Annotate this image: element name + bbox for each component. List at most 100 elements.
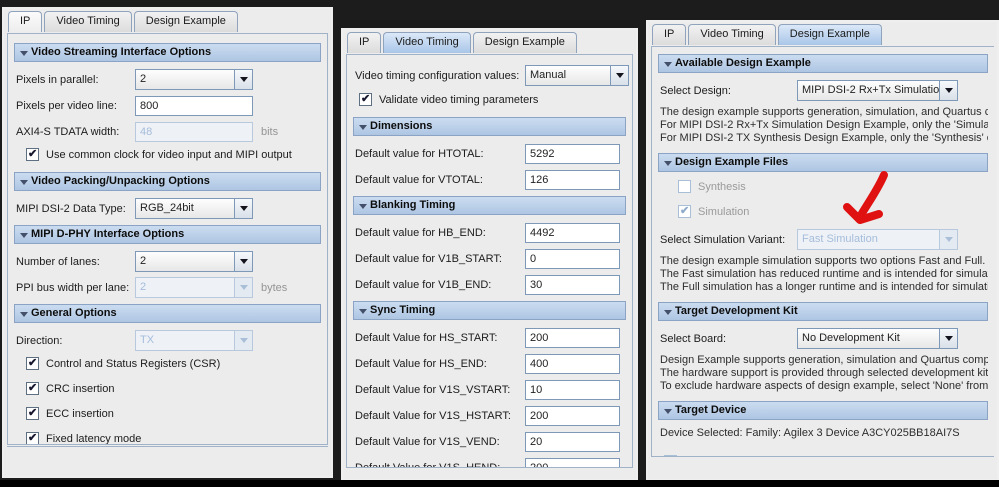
hs-end-label: Default Value for HS_END: (355, 357, 487, 370)
select-board-select[interactable]: No Development Kit (797, 328, 958, 349)
tab-design-example[interactable]: Design Example (777, 24, 882, 45)
ip-panel-tabbar: IP Video Timing Design Example (4, 9, 331, 32)
vtotal-label: Default value for VTOTAL: (355, 173, 483, 186)
tab-video-timing[interactable]: Video Timing (383, 32, 471, 53)
section-header-video-streaming[interactable]: Video Streaming Interface Options (14, 43, 321, 62)
chevron-down-icon[interactable] (234, 70, 252, 89)
hb-end-label: Default value for HB_END: (355, 226, 486, 239)
v1s-vend-input[interactable]: 20 (525, 431, 620, 452)
section-header-design-example-files[interactable]: Design Example Files (658, 153, 988, 172)
ppi-width-select: 2 (135, 277, 253, 298)
hb-end-input[interactable]: 4492 (525, 222, 620, 243)
direction-label: Direction: (16, 334, 63, 347)
section-header-sync[interactable]: Sync Timing (353, 301, 626, 320)
num-lanes-select[interactable]: 2 (135, 251, 253, 272)
section-header-dphy[interactable]: MIPI D-PHY Interface Options (14, 225, 321, 244)
v1s-hend-input[interactable]: 200 (525, 457, 620, 467)
combo-value: 2 (140, 281, 147, 293)
common-clock-label: Use common clock for video input and MIP… (46, 148, 292, 161)
checkbox-checked-icon[interactable] (26, 147, 39, 161)
num-lanes-row: Number of lanes: 2 (16, 251, 321, 272)
v1s-vstart-row: Default Value for V1S_VSTART: 10 (355, 379, 626, 400)
device-selected-text: Device Selected: Family: Agilex 3 Device… (660, 427, 988, 440)
section-header-target-devkit[interactable]: Target Development Kit (658, 302, 988, 321)
tab-video-timing[interactable]: Video Timing (44, 11, 132, 32)
pixels-in-parallel-select[interactable]: 2 (135, 69, 253, 90)
synthesis-checkbox-row: Synthesis (678, 179, 988, 194)
fixed-latency-checkbox-row[interactable]: Fixed latency mode (26, 431, 321, 444)
section-header-target-device[interactable]: Target Device (658, 401, 988, 420)
tab-ip[interactable]: IP (652, 24, 687, 45)
chevron-down-icon[interactable] (234, 199, 252, 218)
synthesis-label: Synthesis (698, 180, 746, 193)
chevron-down-icon (939, 230, 957, 249)
pixels-per-line-input[interactable]: 800 (135, 95, 253, 116)
pixels-per-line-label: Pixels per video line: (16, 99, 117, 112)
ecc-checkbox-row[interactable]: ECC insertion (26, 406, 321, 421)
timing-config-row: Video timing configuration values: Manua… (355, 65, 629, 86)
chevron-down-icon[interactable] (939, 329, 957, 348)
tab-design-example[interactable]: Design Example (472, 32, 577, 53)
validate-checkbox-row[interactable]: Validate video timing parameters (359, 92, 626, 107)
data-type-row: MIPI DSI-2 Data Type: RGB_24bit (16, 198, 321, 219)
ip-tab-content: Video Streaming Interface Options Pixels… (7, 33, 328, 445)
v1b-end-input[interactable]: 30 (525, 274, 620, 295)
hb-end-row: Default value for HB_END: 4492 (355, 222, 626, 243)
red-arrow-annotation (843, 171, 888, 224)
v1b-start-row: Default value for V1B_START: 0 (355, 248, 626, 269)
combo-value: No Development Kit (802, 332, 900, 344)
section-header-available-design[interactable]: Available Design Example (658, 54, 988, 73)
screenshot-canvas: IP Video Timing Design Example Video Str… (0, 0, 999, 487)
section-header-blanking[interactable]: Blanking Timing (353, 196, 626, 215)
tab-design-example[interactable]: Design Example (133, 11, 238, 32)
select-design-select[interactable]: MIPI DSI-2 Rx+Tx Simulation (797, 80, 958, 101)
tab-video-timing[interactable]: Video Timing (688, 24, 776, 45)
combo-value: MIPI DSI-2 Rx+Tx Simulation (802, 84, 939, 96)
common-clock-checkbox-row[interactable]: Use common clock for video input and MIP… (26, 147, 321, 162)
note-line: For MIPI DSI-2 Rx+Tx Simulation Design E… (660, 119, 988, 131)
tdata-width-unit: bits (261, 125, 279, 138)
tdata-width-row: AXI4-S TDATA width: 48 bits (16, 121, 321, 142)
num-lanes-label: Number of lanes: (16, 255, 100, 268)
simulation-label: Simulation (698, 205, 750, 218)
chevron-down-icon[interactable] (939, 81, 957, 100)
select-design-row: Select Design: MIPI DSI-2 Rx+Tx Simulati… (660, 80, 988, 101)
checkbox-unchecked-icon (664, 455, 677, 456)
section-header-dimensions[interactable]: Dimensions (353, 117, 626, 136)
v1s-vstart-label: Default Value for V1S_VSTART: (355, 383, 511, 396)
example-panel-tabbar: IP Video Timing Design Example (648, 22, 997, 45)
vtotal-input[interactable]: 126 (525, 169, 620, 190)
checkbox-checked-icon[interactable] (26, 381, 39, 395)
section-header-general[interactable]: General Options (14, 304, 321, 323)
note-line: For MIPI DSI-2 TX Synthesis Design Examp… (660, 132, 988, 144)
data-type-select[interactable]: RGB_24bit (135, 198, 253, 219)
tab-ip[interactable]: IP (8, 11, 43, 32)
hs-start-input[interactable]: 200 (525, 327, 620, 348)
select-board-row: Select Board: No Development Kit (660, 328, 988, 349)
checkbox-checked-icon[interactable] (26, 356, 39, 370)
chevron-down-icon[interactable] (610, 66, 628, 85)
csr-checkbox-row[interactable]: Control and Status Registers (CSR) (26, 356, 321, 371)
v1b-start-input[interactable]: 0 (525, 248, 620, 269)
ppi-width-unit: bytes (261, 281, 288, 294)
hs-end-row: Default Value for HS_END: 400 (355, 353, 626, 374)
pixels-in-parallel-label: Pixels in parallel: (16, 73, 99, 86)
hs-end-input[interactable]: 400 (525, 353, 620, 374)
checkbox-checked-icon[interactable] (26, 406, 39, 420)
checkbox-checked-icon[interactable] (359, 92, 372, 106)
checkbox-checked-icon[interactable] (26, 431, 39, 444)
note-line: To exclude hardware aspects of design ex… (660, 380, 988, 392)
htotal-input[interactable]: 5292 (525, 143, 620, 164)
v1s-hend-label: Default Value for V1S_HEND: (355, 461, 501, 468)
chevron-down-icon[interactable] (234, 252, 252, 271)
v1s-vstart-input[interactable]: 10 (525, 379, 620, 400)
section-header-video-packing[interactable]: Video Packing/Unpacking Options (14, 172, 321, 191)
v1s-hstart-input[interactable]: 200 (525, 405, 620, 426)
note-line: Design Example supports generation, simu… (660, 354, 988, 366)
crc-checkbox-row[interactable]: CRC insertion (26, 381, 321, 396)
checkbox-checked-icon (678, 204, 691, 218)
tab-ip[interactable]: IP (347, 32, 382, 53)
combo-value: RGB_24bit (140, 202, 194, 214)
ppi-width-row: PPI bus width per lane: 2 bytes (16, 277, 321, 298)
timing-config-select[interactable]: Manual (525, 65, 629, 86)
